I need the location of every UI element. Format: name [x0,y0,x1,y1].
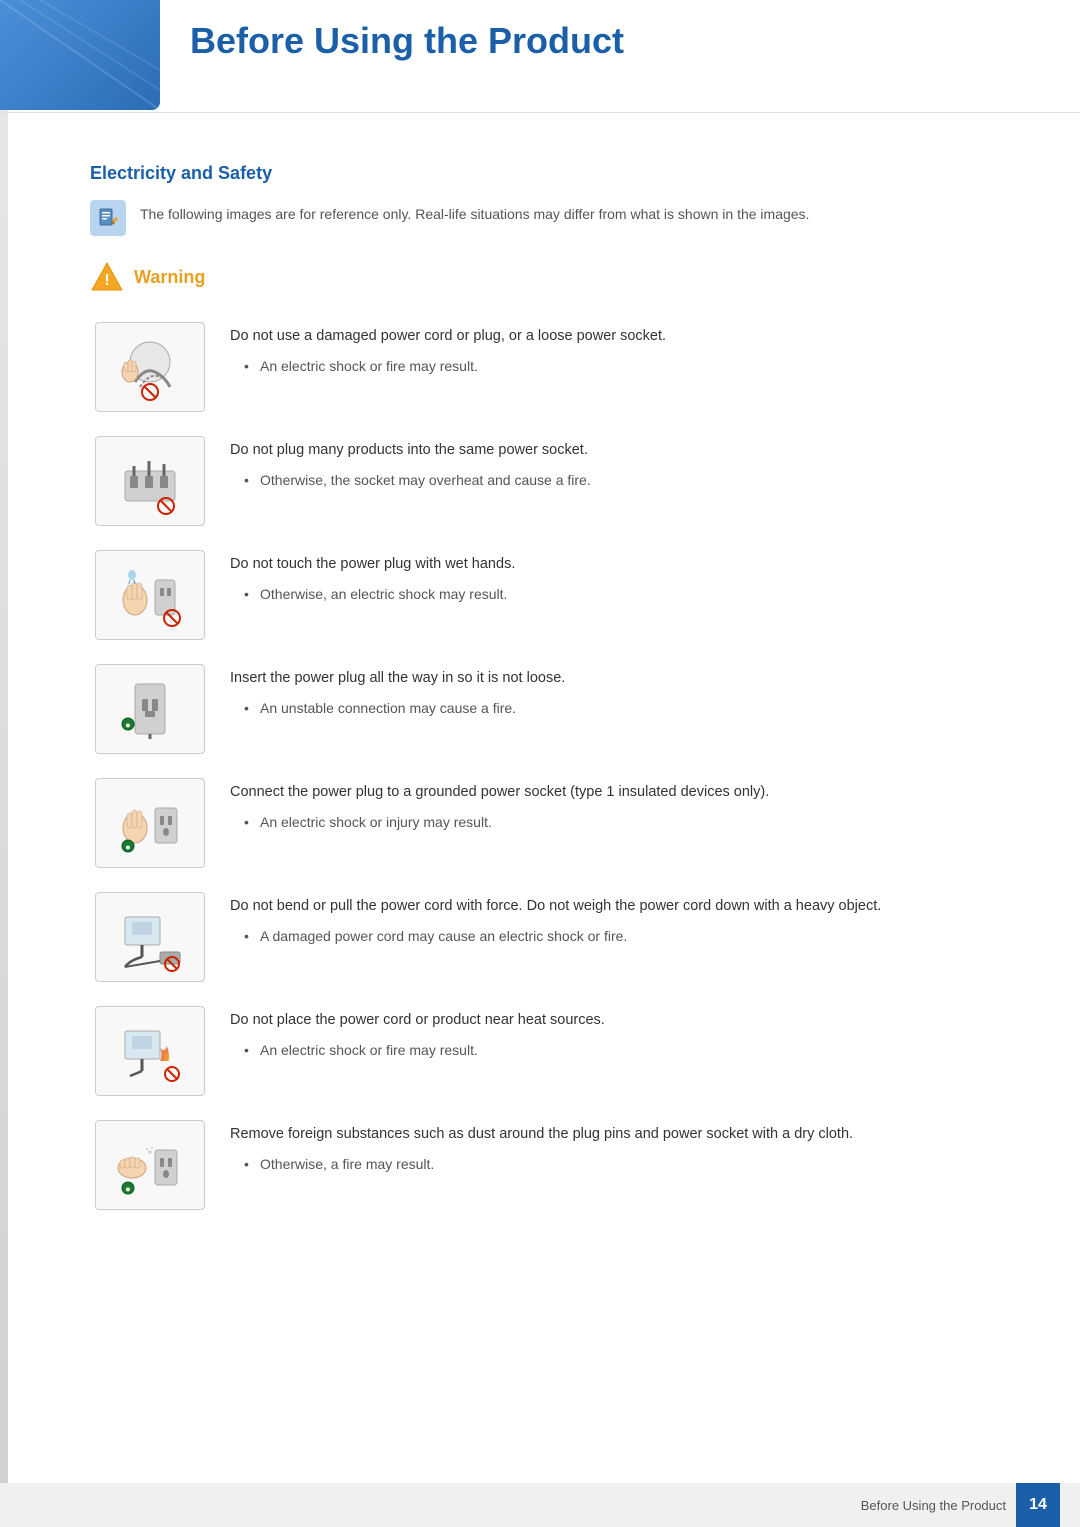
warning-sub-8: Otherwise, a fire may result. [230,1154,1000,1175]
warning-image-4: ● [90,664,210,754]
img-wet-hands [95,550,205,640]
img-near-heat [95,1006,205,1096]
warning-sub-item-5-1: An electric shock or injury may result. [244,812,1000,833]
warning-sub-3: Otherwise, an electric shock may result. [230,584,1000,605]
warning-main-4: Insert the power plug all the way in so … [230,668,1000,690]
warning-text-area-7: Do not place the power cord or product n… [230,1006,1000,1061]
warning-sub-7: An electric shock or fire may result. [230,1040,1000,1061]
main-content: Electricity and Safety The following ima… [0,123,1080,1314]
svg-text:●: ● [125,1184,130,1194]
img-bent-cord [95,892,205,982]
warning-items-list: Do not use a damaged power cord or plug,… [90,322,1000,1210]
header-diagonal-svg [0,0,160,110]
img-clean-dust: ● [95,1120,205,1210]
warning-sub-item-4-1: An unstable connection may cause a fire. [244,698,1000,719]
img-insert-plug: ● [95,664,205,754]
warning-image-1 [90,322,210,412]
warning-image-8: ● [90,1120,210,1210]
warning-item-7: Do not place the power cord or product n… [90,1006,1000,1096]
warning-text-area-5: Connect the power plug to a grounded pow… [230,778,1000,833]
warning-image-3 [90,550,210,640]
img-multiple-plugs [95,436,205,526]
warning-image-6 [90,892,210,982]
warning-sub-5: An electric shock or injury may result. [230,812,1000,833]
warning-sub-1: An electric shock or fire may result. [230,356,1000,377]
warning-triangle-icon: ! [90,260,124,294]
warning-text-area-3: Do not touch the power plug with wet han… [230,550,1000,605]
warning-text-area-1: Do not use a damaged power cord or plug,… [230,322,1000,377]
warning-sub-item-7-1: An electric shock or fire may result. [244,1040,1000,1061]
warning-main-6: Do not bend or pull the power cord with … [230,896,1000,918]
warning-sub-2: Otherwise, the socket may overheat and c… [230,470,1000,491]
warning-main-8: Remove foreign substances such as dust a… [230,1124,1000,1146]
warning-sub-6: A damaged power cord may cause an electr… [230,926,1000,947]
warning-main-7: Do not place the power cord or product n… [230,1010,1000,1032]
warning-sub-item-3-1: Otherwise, an electric shock may result. [244,584,1000,605]
page-title: Before Using the Product [0,0,1080,82]
warning-label: Warning [134,267,205,288]
left-accent-stripe [0,0,8,1527]
warning-image-5: ● [90,778,210,868]
note-text: The following images are for reference o… [140,200,809,225]
warning-main-2: Do not plug many products into the same … [230,440,1000,462]
warning-image-7 [90,1006,210,1096]
warning-main-5: Connect the power plug to a grounded pow… [230,782,1000,804]
img-grounded-socket: ● [95,778,205,868]
warning-item-4: ● Insert the power plug all the way in s… [90,664,1000,754]
warning-sub-item-6-1: A damaged power cord may cause an electr… [244,926,1000,947]
warning-item-1: Do not use a damaged power cord or plug,… [90,322,1000,412]
warning-main-3: Do not touch the power plug with wet han… [230,554,1000,576]
warning-text-area-8: Remove foreign substances such as dust a… [230,1120,1000,1175]
warning-image-2 [90,436,210,526]
footer-text: Before Using the Product [861,1498,1006,1513]
page-header: Before Using the Product [0,0,1080,113]
warning-item-5: ● Connect the power plug to a grounded p… [90,778,1000,868]
pencil-icon [97,207,119,229]
page-footer: Before Using the Product 14 [0,1483,1080,1527]
warning-text-area-4: Insert the power plug all the way in so … [230,664,1000,719]
warning-sub-item-1-1: An electric shock or fire may result. [244,356,1000,377]
note-icon [90,200,126,236]
svg-text:!: ! [104,272,109,289]
svg-text:●: ● [125,720,130,730]
svg-text:●: ● [125,842,130,852]
warning-sub-item-2-1: Otherwise, the socket may overheat and c… [244,470,1000,491]
img-damaged-cord [95,322,205,412]
footer-page-number: 14 [1016,1483,1060,1527]
warning-item-8: ● Remove foreign substances such as dust… [90,1120,1000,1210]
warning-text-area-2: Do not plug many products into the same … [230,436,1000,491]
section-heading: Electricity and Safety [90,163,1000,184]
page-container: Before Using the Product Electricity and… [0,0,1080,1527]
warning-sub-item-8-1: Otherwise, a fire may result. [244,1154,1000,1175]
note-box: The following images are for reference o… [90,200,1000,236]
warning-item-3: Do not touch the power plug with wet han… [90,550,1000,640]
warning-header: ! Warning [90,260,1000,294]
warning-item-2: Do not plug many products into the same … [90,436,1000,526]
warning-item-6: Do not bend or pull the power cord with … [90,892,1000,982]
warning-main-1: Do not use a damaged power cord or plug,… [230,326,1000,348]
warning-sub-4: An unstable connection may cause a fire. [230,698,1000,719]
warning-text-area-6: Do not bend or pull the power cord with … [230,892,1000,947]
header-blue-bar [0,0,160,110]
